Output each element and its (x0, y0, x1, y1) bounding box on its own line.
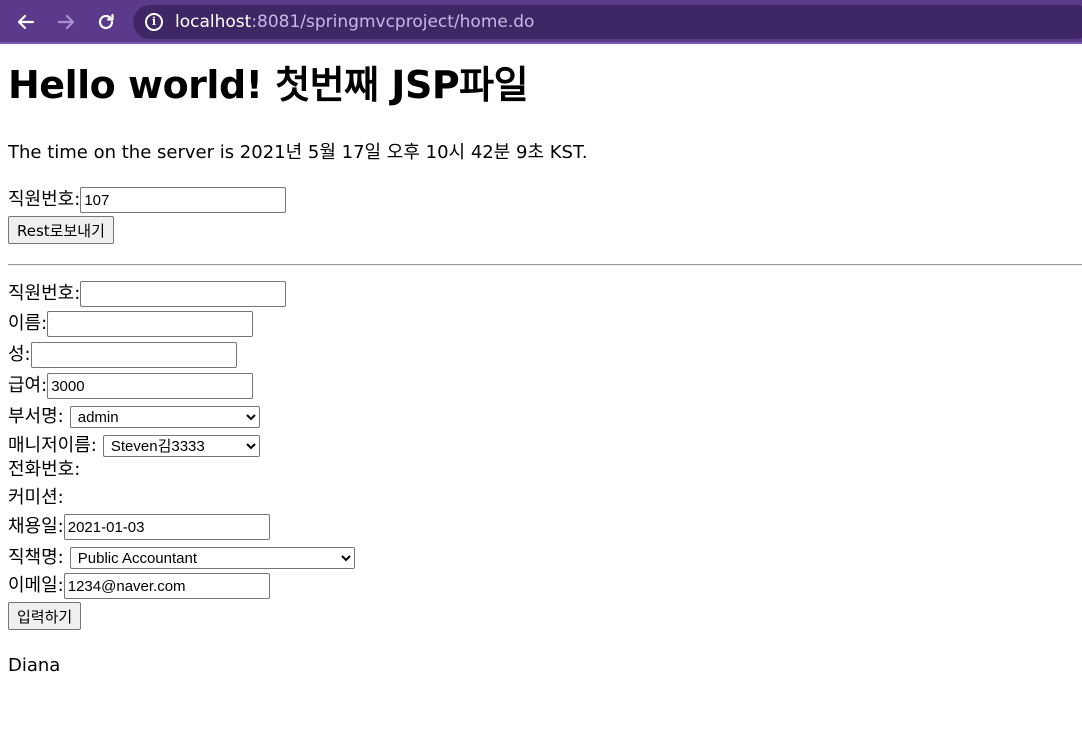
last-name-row: 성: (8, 342, 237, 368)
server-time-text: The time on the server is 2021년 5월 17일 오… (8, 142, 588, 163)
rest-emp-id-label: 직원번호: (8, 189, 81, 210)
page-content: Hello world! 첫번째 JSP파일 The time on the s… (8, 44, 1082, 676)
email-label: 이메일: (8, 575, 64, 596)
submit-button[interactable]: 입력하기 (8, 602, 82, 630)
job-row: 직책명: Public Accountant (8, 546, 355, 570)
site-info-icon[interactable]: i (145, 13, 163, 31)
submit-row: 입력하기 (8, 602, 82, 630)
commission-label: 커미션: (8, 487, 64, 508)
emp-id-label: 직원번호: (8, 283, 81, 304)
department-label: 부서명: (8, 406, 64, 427)
rest-emp-id-input[interactable] (80, 187, 287, 213)
divider (8, 264, 1082, 266)
salary-label: 급여: (8, 375, 48, 396)
job-select[interactable]: Public Accountant (69, 547, 355, 569)
hire-date-label: 채용일: (8, 516, 64, 537)
first-name-row: 이름: (8, 311, 254, 337)
page-heading: Hello world! 첫번째 JSP파일 (8, 63, 529, 107)
url-host: localhost (175, 12, 252, 32)
url-text[interactable]: localhost:8081/springmvcproject/home.do (175, 11, 534, 33)
manager-label: 매니저이름: (8, 435, 97, 456)
job-label: 직책명: (8, 547, 64, 568)
salary-row: 급여: (8, 373, 254, 399)
browser-toolbar: i localhost:8081/springmvcproject/home.d… (0, 0, 1082, 44)
email-row: 이메일: (8, 573, 270, 599)
last-name-input[interactable] (30, 342, 237, 368)
commission-row: 커미션: (8, 486, 64, 510)
manager-row: 매니저이름: Steven김3333 (8, 434, 260, 458)
back-arrow-icon[interactable] (14, 10, 38, 34)
result-text: Diana (8, 655, 61, 676)
first-name-input[interactable] (47, 311, 254, 337)
rest-submit-row: Rest로보내기 (8, 216, 114, 244)
phone-row: 전화번호: (8, 458, 80, 482)
emp-id-row: 직원번호: (8, 281, 287, 307)
rest-emp-id-row: 직원번호: (8, 187, 287, 213)
last-name-label: 성: (8, 344, 31, 365)
forward-arrow-icon[interactable] (54, 10, 78, 34)
department-select[interactable]: admin (69, 406, 260, 428)
url-path: :8081/springmvcproject/home.do (251, 12, 535, 32)
first-name-label: 이름: (8, 313, 48, 334)
phone-label: 전화번호: (8, 459, 81, 480)
emp-id-input[interactable] (80, 281, 287, 307)
address-bar[interactable]: i localhost:8081/springmvcproject/home.d… (133, 5, 1082, 39)
rest-send-button[interactable]: Rest로보내기 (8, 216, 114, 244)
hire-date-input[interactable] (63, 514, 270, 540)
salary-input[interactable] (47, 373, 254, 399)
hire-date-row: 채용일: (8, 514, 270, 540)
email-input[interactable] (63, 573, 270, 599)
department-row: 부서명: admin (8, 405, 260, 429)
manager-select[interactable]: Steven김3333 (102, 435, 260, 457)
reload-icon[interactable] (94, 10, 118, 34)
